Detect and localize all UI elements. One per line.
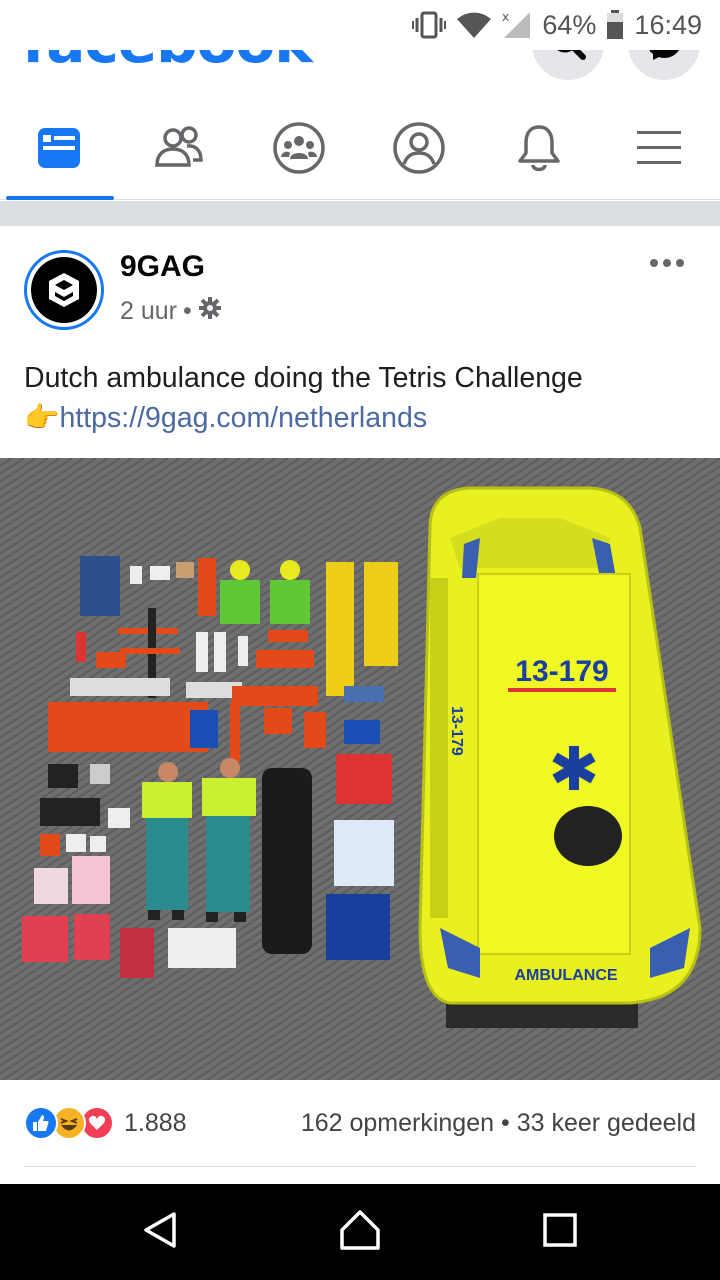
back-triangle-icon [140,1210,180,1255]
engagement-counts: 162 opmerkingen • 33 keer gedeeld [301,1109,696,1138]
dot [663,259,671,267]
ambulance-side-number: 13-179 [448,706,465,756]
post-meta: 2 uur • [120,296,222,327]
status-bar: x 64% 16:49 [0,0,720,50]
vibrate-icon [412,10,447,40]
counts-separator: • [500,1109,510,1137]
post-options-button[interactable] [650,256,684,270]
post-action-divider [24,1166,696,1167]
recents-square-icon [542,1212,578,1253]
dot [676,259,684,267]
comments-count[interactable]: 162 opmerkingen [301,1109,494,1137]
audience-gear-icon [198,296,222,327]
dot [650,259,658,267]
avatar[interactable] [24,250,104,330]
meta-separator: • [182,297,192,325]
post-message: Dutch ambulance doing the Tetris Challen… [24,362,583,394]
reactions-summary[interactable]: 1.888 [24,1106,187,1140]
home-icon [338,1208,382,1257]
9gag-logo-icon [31,257,97,323]
post-author[interactable]: 9GAG [120,250,205,284]
profile-icon [392,121,446,180]
pointing-hand-emoji: 👉 [24,402,60,434]
feed-divider [0,201,720,226]
like-reaction-icon [24,1106,58,1140]
system-nav-bar [0,1184,720,1280]
recents-button[interactable] [500,1184,620,1280]
friends-icon [153,125,205,176]
groups-icon [272,121,326,180]
back-button[interactable] [100,1184,220,1280]
ambulance-roof-number: 13-179 [515,655,608,688]
reaction-count: 1.888 [124,1108,187,1137]
tab-menu[interactable] [600,100,718,200]
paramedic-right [202,758,256,922]
home-button[interactable] [300,1184,420,1280]
paramedic-left [142,762,192,920]
tab-profile[interactable] [360,100,478,200]
bell-icon [515,123,563,178]
post-image[interactable]: 13-179 AMBULANCE 13-179 [0,458,720,1080]
hamburger-menu-icon [636,128,682,173]
ambulance-rear-text: AMBULANCE [514,967,617,984]
battery-icon [606,10,624,40]
svg-text:x: x [502,10,509,24]
wifi-icon [456,10,492,40]
tab-notifications[interactable] [480,100,598,200]
feed-post: 9GAG 2 uur • Dutch ambulance doing the T… [0,226,720,1184]
battery-percent: 64% [542,9,597,40]
tab-bar [0,100,720,200]
tab-news-feed[interactable] [0,100,118,200]
post-link[interactable]: https://9gag.com/netherlands [60,402,428,434]
tab-groups[interactable] [240,100,358,200]
post-time[interactable]: 2 uur [120,297,177,326]
signal-icon: x [502,10,532,40]
news-feed-icon [36,125,82,176]
clock: 16:49 [634,9,702,40]
post-text: Dutch ambulance doing the Tetris Challen… [24,358,704,438]
tab-friends[interactable] [120,100,238,200]
shares-count[interactable]: 33 keer gedeeld [517,1109,696,1137]
